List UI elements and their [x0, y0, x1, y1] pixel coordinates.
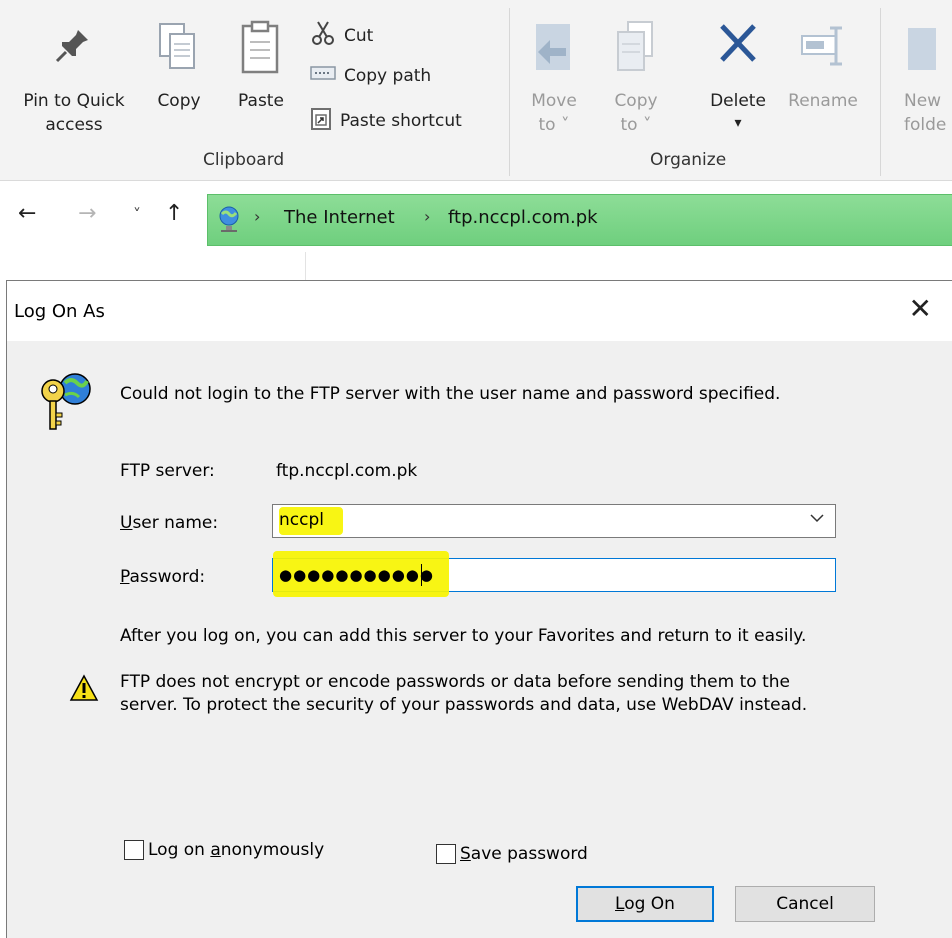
- favorites-note: After you log on, you can add this serve…: [120, 626, 807, 646]
- cut-label: Cut: [344, 25, 374, 46]
- log-on-anonymously-checkbox[interactable]: [124, 840, 144, 860]
- password-label: Password:: [120, 567, 206, 587]
- new-folder-button[interactable]: New folde: [896, 20, 952, 130]
- scissors-icon: [310, 20, 336, 51]
- delete-label: Delete: [710, 91, 766, 111]
- breadcrumb-separator: ›: [424, 207, 431, 226]
- move-to-label-1: Move: [531, 91, 577, 111]
- pin-to-quick-access-button[interactable]: Pin to Quick access: [6, 20, 142, 140]
- security-warning-line-2: server. To protect the security of your …: [120, 695, 808, 715]
- clipboard-group-label: Clipboard: [203, 150, 285, 170]
- delete-dropdown-arrow[interactable]: ▾: [700, 112, 776, 134]
- copy-label: Copy: [157, 91, 201, 111]
- new-folder-label-1: New: [904, 91, 942, 111]
- copy-to-label-2: to ˅: [620, 115, 652, 135]
- username-value: nccpl: [279, 510, 324, 530]
- move-to-button[interactable]: Move to ˅: [522, 20, 586, 135]
- password-input[interactable]: ●●●●●●●●●●●: [272, 551, 836, 597]
- back-button[interactable]: ←: [18, 201, 36, 226]
- password-value: ●●●●●●●●●●●: [279, 566, 434, 584]
- paste-button[interactable]: Paste: [226, 20, 296, 120]
- log-on-as-dialog: Log On As ✕ Could not login to the FTP s…: [6, 280, 952, 938]
- content-header-strip: [0, 252, 952, 282]
- paste-icon: [240, 20, 282, 82]
- copy-to-button[interactable]: Copy to ˅: [604, 20, 668, 135]
- copy-path-button[interactable]: Copy path: [310, 64, 431, 87]
- network-location-icon: [216, 204, 244, 238]
- copy-icon: [156, 20, 200, 78]
- username-combobox[interactable]: nccpl: [272, 504, 836, 538]
- new-folder-icon: [906, 24, 936, 80]
- move-to-icon: [532, 20, 576, 82]
- delete-button[interactable]: Delete ▾: [700, 20, 776, 131]
- copy-to-icon: [614, 20, 658, 82]
- ribbon-separator: [880, 8, 881, 176]
- ftp-server-label: FTP server:: [120, 461, 215, 481]
- cut-button[interactable]: Cut: [310, 20, 373, 51]
- keys-globe-icon: [35, 369, 99, 439]
- ftp-server-value: ftp.nccpl.com.pk: [276, 461, 418, 481]
- save-password-label[interactable]: Save password: [460, 844, 588, 864]
- pin-label-2: access: [45, 115, 103, 135]
- recent-locations-button[interactable]: ˅: [133, 205, 141, 224]
- ribbon: Pin to Quick access Copy Paste Cut Copy …: [0, 0, 952, 181]
- dialog-titlebar: Log On As ✕: [7, 281, 952, 341]
- move-to-label-2: to ˅: [538, 115, 570, 135]
- rename-button[interactable]: Rename: [780, 20, 866, 120]
- close-button[interactable]: ✕: [909, 293, 932, 325]
- copy-path-icon: [310, 64, 336, 87]
- copy-button[interactable]: Copy: [148, 20, 210, 120]
- forward-button[interactable]: →: [78, 201, 96, 226]
- organize-group-label: Organize: [650, 150, 727, 170]
- breadcrumb-separator: ›: [254, 207, 261, 226]
- save-password-checkbox[interactable]: [436, 844, 456, 864]
- log-on-anonymously-label[interactable]: Log on anonymously: [148, 840, 324, 860]
- up-button[interactable]: ↑: [165, 201, 183, 226]
- text-cursor: [421, 564, 422, 586]
- paste-shortcut-icon: [310, 106, 332, 135]
- cancel-button[interactable]: Cancel: [735, 886, 875, 922]
- security-warning-line-1: FTP does not encrypt or encode passwords…: [120, 672, 790, 692]
- pin-icon: [52, 26, 92, 72]
- dialog-title: Log On As: [14, 301, 105, 322]
- breadcrumb-ftp-server[interactable]: ftp.nccpl.com.pk: [448, 207, 598, 228]
- copy-to-label-1: Copy: [614, 91, 658, 111]
- warning-icon: [69, 674, 99, 706]
- address-bar[interactable]: › The Internet › ftp.nccpl.com.pk: [207, 194, 952, 246]
- rename-icon: [800, 24, 848, 74]
- pane-divider: [305, 252, 306, 282]
- ribbon-separator: [509, 8, 510, 176]
- paste-shortcut-button[interactable]: Paste shortcut: [310, 106, 462, 135]
- paste-label: Paste: [238, 91, 284, 111]
- new-folder-label-2: folde: [904, 115, 947, 130]
- username-label: User name:: [120, 513, 219, 533]
- rename-label: Rename: [788, 91, 858, 111]
- pin-label-1: Pin to Quick: [23, 91, 125, 111]
- chevron-down-icon[interactable]: [809, 510, 825, 530]
- breadcrumb-the-internet[interactable]: The Internet: [284, 207, 395, 228]
- copy-path-label: Copy path: [344, 65, 432, 86]
- log-on-button[interactable]: Log On: [576, 886, 714, 922]
- paste-shortcut-label: Paste shortcut: [340, 110, 462, 131]
- delete-icon: [716, 20, 760, 74]
- error-message: Could not login to the FTP server with t…: [120, 384, 781, 404]
